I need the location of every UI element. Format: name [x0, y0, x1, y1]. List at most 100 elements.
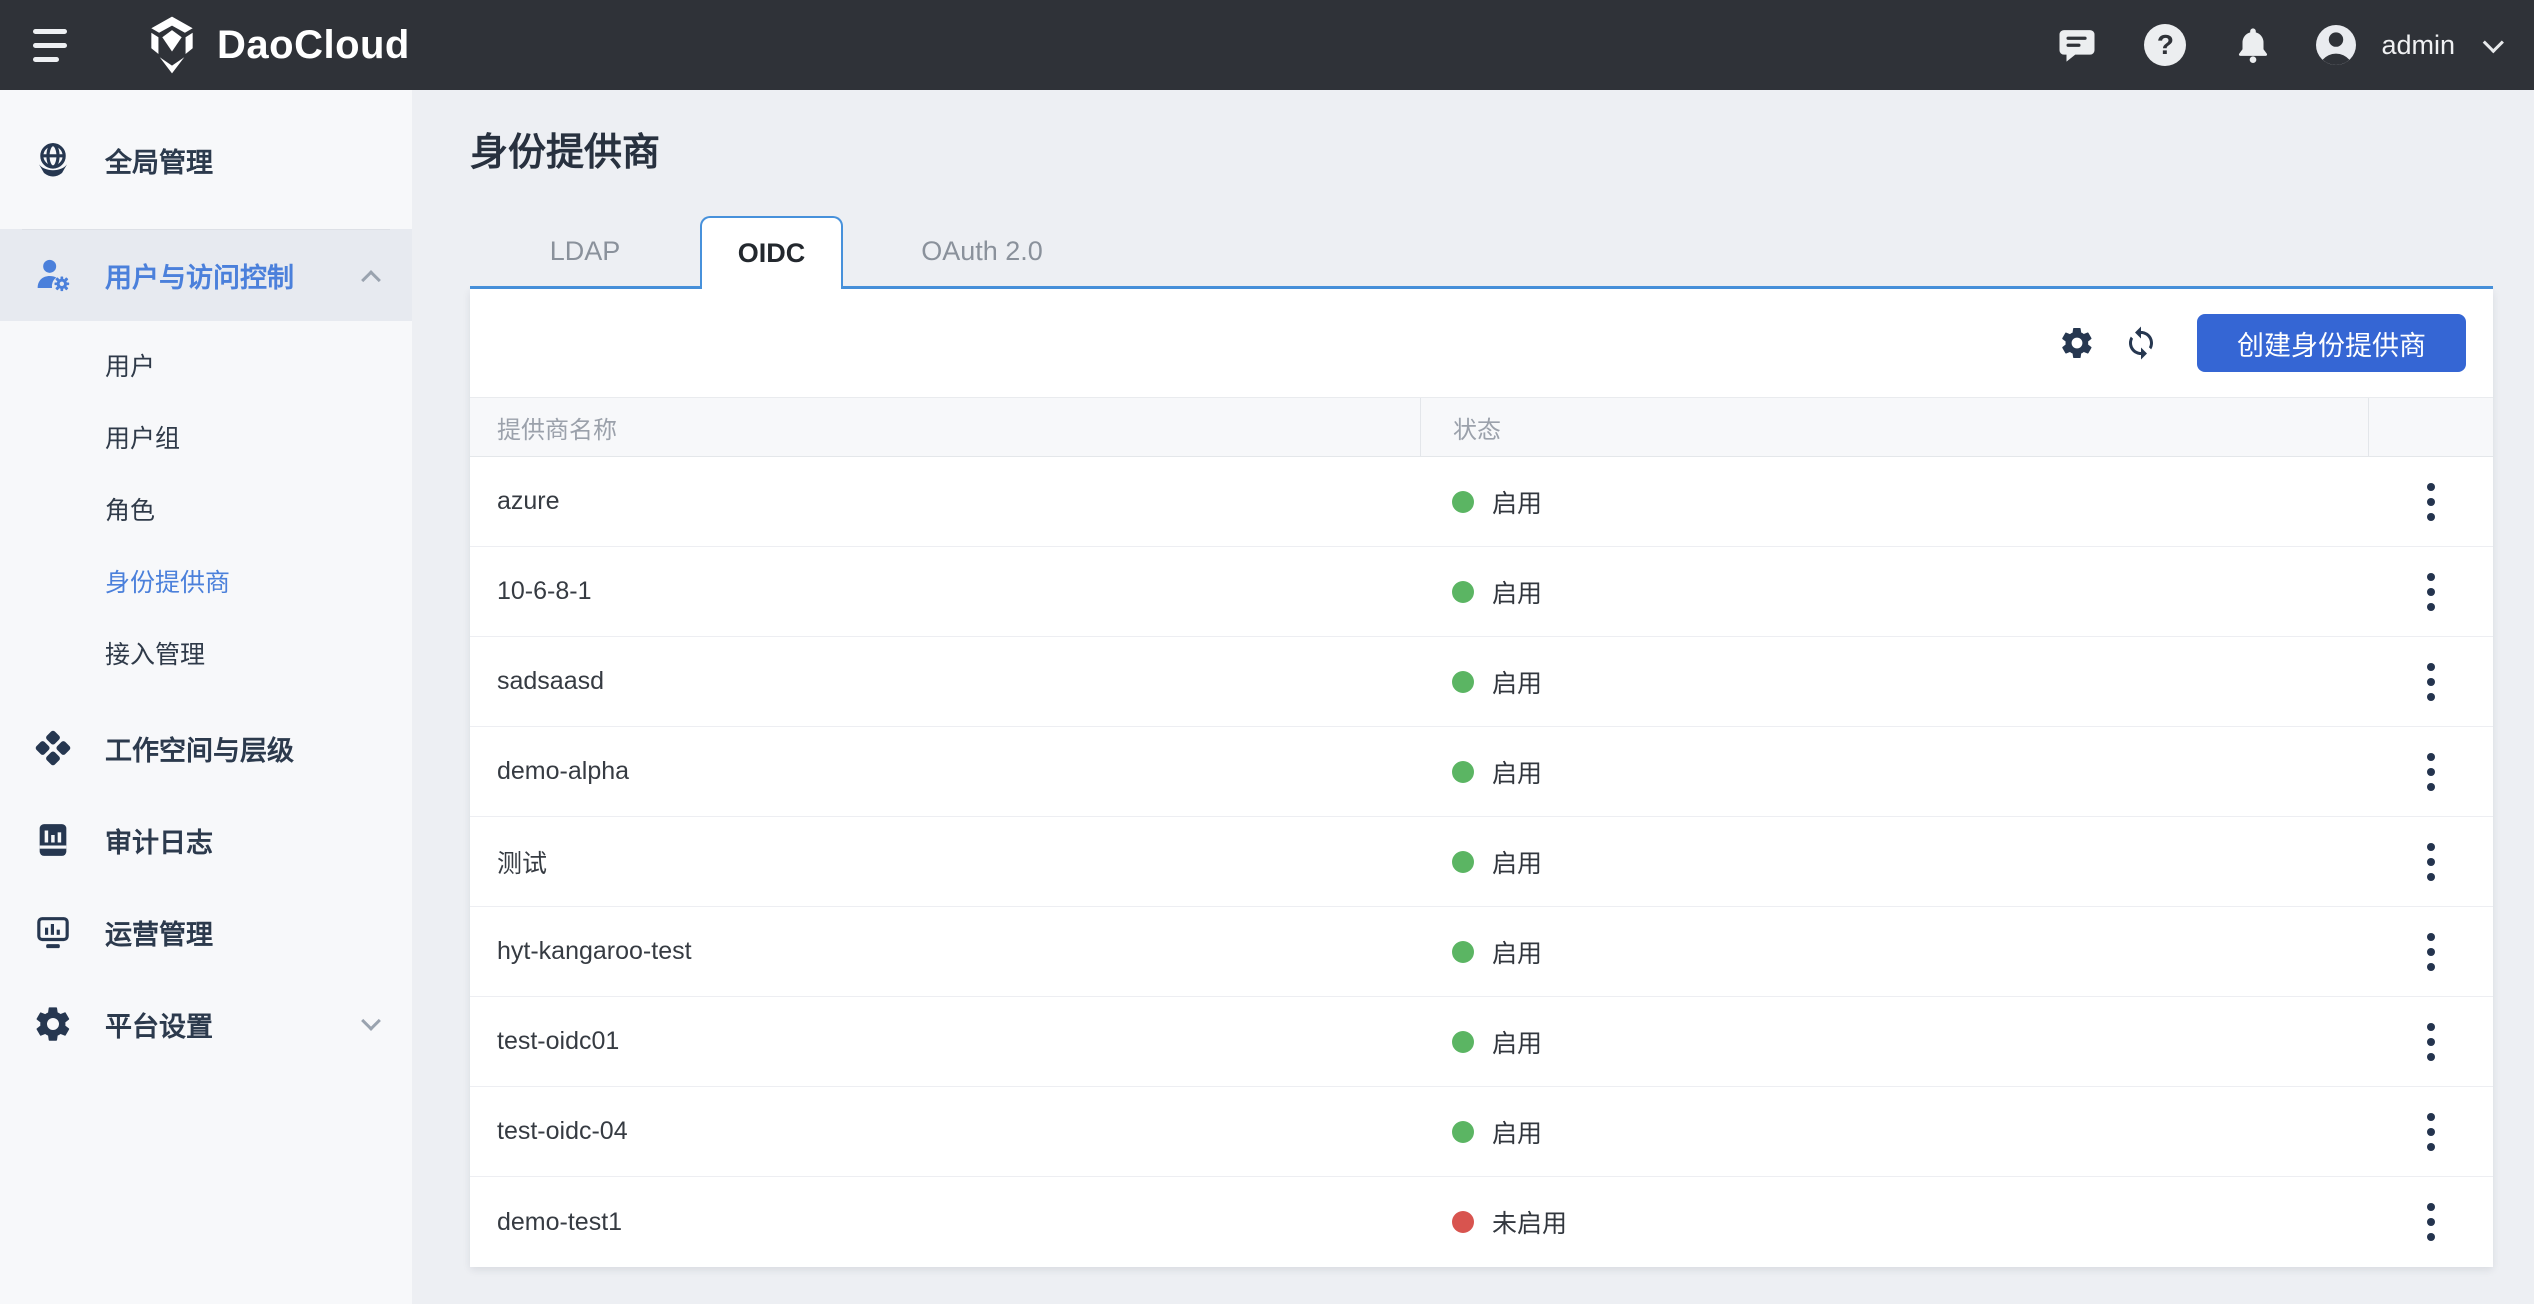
table-settings-button[interactable] [2049, 315, 2105, 371]
refresh-button[interactable] [2113, 315, 2169, 371]
row-actions-kebab-button[interactable] [2401, 742, 2461, 802]
brand[interactable]: DaoCloud [141, 14, 410, 76]
status-cell: 未启用 [1420, 1177, 2368, 1267]
provider-name: hyt-kangaroo-test [497, 937, 692, 966]
table-row: 10-6-8-1 启用 [470, 547, 2493, 637]
chevron-down-icon[interactable] [2483, 32, 2504, 53]
sidebar-item-global-management[interactable]: 全局管理 [0, 114, 412, 206]
row-actions-kebab-button[interactable] [2401, 922, 2461, 982]
sidebar-item-label: 审计日志 [105, 821, 213, 860]
chevron-down-icon[interactable] [361, 1011, 381, 1031]
actions-cell [2368, 457, 2493, 546]
provider-name-cell: sadsaasd [470, 637, 1420, 726]
provider-name: azure [497, 487, 560, 516]
table-row: sadsaasd 启用 [470, 637, 2493, 727]
sidebar-item-label: 工作空间与层级 [105, 729, 294, 768]
hamburger-menu-button[interactable] [33, 25, 73, 65]
row-actions-kebab-button[interactable] [2401, 832, 2461, 892]
column-header-status: 状态 [1420, 398, 2368, 456]
chevron-up-icon[interactable] [361, 270, 381, 290]
status-dot [1452, 851, 1474, 873]
subnav-item[interactable]: 接入管理 [0, 617, 412, 689]
row-actions-kebab-button[interactable] [2401, 472, 2461, 532]
daocloud-logo-icon [141, 14, 203, 76]
sidebar-item-label: 平台设置 [105, 1005, 213, 1044]
actions-cell [2368, 1087, 2493, 1176]
status-label: 启用 [1492, 844, 1542, 880]
subnav-item[interactable]: 用户组 [0, 401, 412, 473]
tabbar: LDAP OIDC OAuth 2.0 [470, 216, 2493, 289]
provider-name: demo-test1 [497, 1208, 622, 1237]
status-label: 启用 [1492, 754, 1542, 790]
status-label: 启用 [1492, 1024, 1542, 1060]
status-label: 启用 [1492, 1114, 1542, 1150]
actions-cell [2368, 1177, 2493, 1267]
status-cell: 启用 [1420, 637, 2368, 726]
subnav-item[interactable]: 角色 [0, 473, 412, 545]
table-row: test-oidc01 启用 [470, 997, 2493, 1087]
actions-cell [2368, 637, 2493, 726]
tab-ldap[interactable]: LDAP [470, 216, 700, 286]
status-dot [1452, 1121, 1474, 1143]
row-actions-kebab-button[interactable] [2401, 1192, 2461, 1252]
audit-log-icon [33, 820, 73, 860]
avatar-icon [2312, 21, 2360, 69]
sidebar-item-platform-settings[interactable]: 平台设置 [0, 978, 412, 1070]
notifications-button[interactable] [2209, 0, 2297, 90]
actions-cell [2368, 907, 2493, 996]
table-row: demo-test1 未启用 [470, 1177, 2493, 1267]
sidebar-item-operations[interactable]: 运营管理 [0, 886, 412, 978]
provider-name: test-oidc01 [497, 1027, 619, 1056]
actions-cell [2368, 817, 2493, 906]
provider-name: demo-alpha [497, 757, 629, 786]
status-dot [1452, 1211, 1474, 1233]
help-button[interactable]: ? [2121, 0, 2209, 90]
row-actions-kebab-button[interactable] [2401, 1012, 2461, 1072]
globe-icon [33, 140, 73, 180]
tab-oidc[interactable]: OIDC [700, 216, 843, 289]
status-dot [1452, 581, 1474, 603]
sidebar-item-audit-logs[interactable]: 审计日志 [0, 794, 412, 886]
sidebar-item-users-access-control[interactable]: 用户与访问控制 [0, 229, 412, 321]
bell-icon [2232, 24, 2274, 66]
main-content: 身份提供商 LDAP OIDC OAuth 2.0 创建身份提供商 提供商名称 … [412, 90, 2534, 1304]
status-cell: 启用 [1420, 1087, 2368, 1176]
status-cell: 启用 [1420, 457, 2368, 546]
username: admin [2381, 30, 2455, 61]
workspace-icon [33, 728, 73, 768]
sidebar-item-workspaces[interactable]: 工作空间与层级 [0, 702, 412, 794]
row-actions-kebab-button[interactable] [2401, 562, 2461, 622]
provider-name-cell: demo-test1 [470, 1177, 1420, 1267]
user-menu[interactable] [2297, 0, 2375, 90]
actions-cell [2368, 997, 2493, 1086]
status-dot [1452, 761, 1474, 783]
provider-name: 测试 [497, 844, 547, 880]
create-identity-provider-button[interactable]: 创建身份提供商 [2197, 314, 2466, 372]
subnav-list: 用户 用户组 角色 身份提供商 接入管理 [0, 321, 412, 689]
provider-name-cell: azure [470, 457, 1420, 546]
table-row: test-oidc-04 启用 [470, 1087, 2493, 1177]
sidebar-item-label: 全局管理 [105, 141, 213, 180]
column-header-actions [2368, 398, 2493, 456]
gear-icon [33, 1004, 73, 1044]
status-cell: 启用 [1420, 907, 2368, 996]
row-actions-kebab-button[interactable] [2401, 652, 2461, 712]
table-body: azure 启用 10-6-8-1 启用 sadsaasd [470, 457, 2493, 1267]
subnav-item[interactable]: 身份提供商 [0, 545, 412, 617]
topbar: DaoCloud ? admin [0, 0, 2534, 90]
table-header: 提供商名称 状态 [470, 397, 2493, 457]
row-actions-kebab-button[interactable] [2401, 1102, 2461, 1162]
provider-name: test-oidc-04 [497, 1117, 628, 1146]
status-label: 未启用 [1492, 1204, 1567, 1240]
brand-name: DaoCloud [217, 23, 410, 68]
chat-icon [2056, 24, 2098, 66]
status-label: 启用 [1492, 934, 1542, 970]
sidebar: 全局管理 用户与访问控制 [0, 90, 412, 1304]
subnav-item[interactable]: 用户 [0, 329, 412, 401]
tab-oauth[interactable]: OAuth 2.0 [843, 216, 1121, 286]
actions-cell [2368, 547, 2493, 636]
status-label: 启用 [1492, 664, 1542, 700]
chat-button[interactable] [2033, 0, 2121, 90]
provider-name: 10-6-8-1 [497, 577, 592, 606]
topbar-right: ? admin [2033, 0, 2534, 90]
